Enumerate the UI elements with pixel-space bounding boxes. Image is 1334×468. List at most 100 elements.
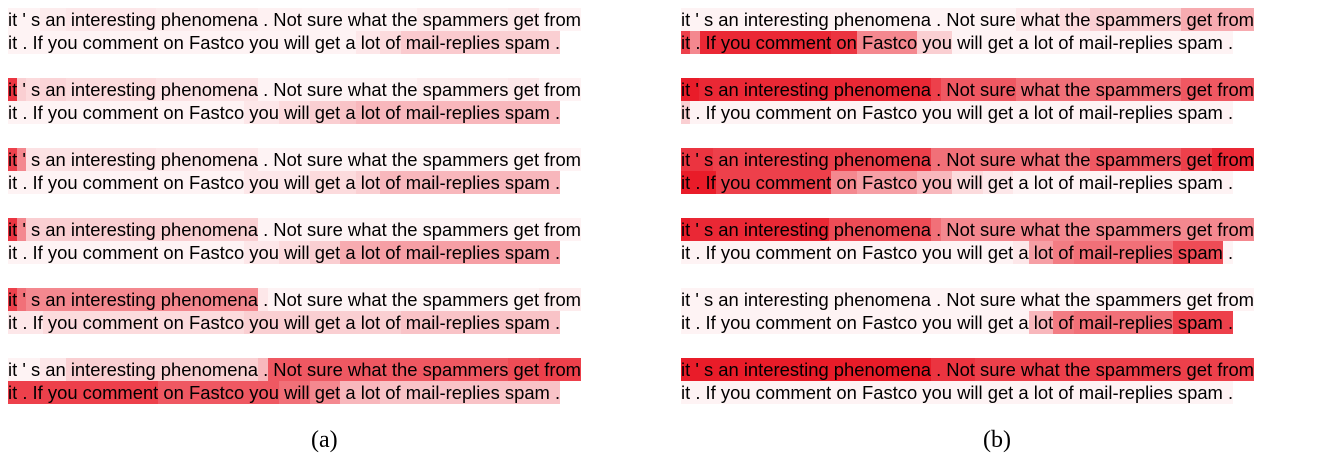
token: get xyxy=(982,241,1014,264)
token: interesting xyxy=(738,218,829,241)
token: get xyxy=(309,101,341,124)
sentence-line2: it . If you comment on Fastco you will g… xyxy=(681,171,1326,194)
token: Not xyxy=(268,8,302,31)
token: mail-replies xyxy=(1073,311,1173,334)
token: Not xyxy=(941,8,975,31)
token: spammers xyxy=(417,78,509,101)
token: comment xyxy=(750,241,832,264)
token: a xyxy=(1013,31,1029,54)
token: it xyxy=(8,31,18,54)
token: a xyxy=(340,381,356,404)
token: get xyxy=(508,218,540,241)
token: an xyxy=(40,358,66,381)
token: If xyxy=(700,31,716,54)
token: ' xyxy=(690,218,699,241)
token: . xyxy=(1222,171,1234,194)
token: what xyxy=(342,8,387,31)
token: . xyxy=(17,311,28,334)
token: Not xyxy=(941,288,975,311)
token: you xyxy=(917,31,952,54)
token: what xyxy=(342,358,387,381)
token: lot xyxy=(1028,171,1054,194)
attention-example-6: it ' s an interesting phenomena . Not su… xyxy=(8,358,653,428)
token: phenomena xyxy=(828,78,931,101)
token: what xyxy=(1015,218,1060,241)
token: will xyxy=(951,31,983,54)
token: s xyxy=(25,148,41,171)
token: lot xyxy=(355,171,381,194)
token: it xyxy=(8,171,18,194)
token: will xyxy=(951,381,983,404)
sentence-line1: it ' s an interesting phenomena . Not su… xyxy=(8,358,653,381)
token: phenomena xyxy=(155,148,258,171)
token: Not xyxy=(941,148,975,171)
token: ' xyxy=(17,288,26,311)
token: from xyxy=(539,78,582,101)
token: it xyxy=(681,101,691,124)
token: . xyxy=(257,78,269,101)
attention-example-6: it ' s an interesting phenomena . Not su… xyxy=(681,358,1326,428)
token: a xyxy=(1013,171,1029,194)
attention-example-4: it ' s an interesting phenomena . Not su… xyxy=(8,218,653,288)
token: If xyxy=(27,241,43,264)
token: the xyxy=(386,8,418,31)
token: a xyxy=(340,311,356,334)
token: on xyxy=(831,31,857,54)
token: you xyxy=(715,31,751,54)
token: get xyxy=(1181,218,1213,241)
token: s xyxy=(25,288,41,311)
token: you xyxy=(244,31,279,54)
token: lot xyxy=(1028,311,1054,334)
token: of xyxy=(380,311,401,334)
token: spammers xyxy=(417,218,509,241)
token: . xyxy=(1222,31,1234,54)
token: Fastco xyxy=(856,31,918,54)
token: comment xyxy=(750,31,832,54)
token: of xyxy=(1053,241,1074,264)
token: it xyxy=(681,358,691,381)
token: it xyxy=(681,381,691,404)
token: on xyxy=(831,381,857,404)
token: Not xyxy=(268,358,302,381)
token: comment xyxy=(77,171,159,194)
token: phenomena xyxy=(828,288,931,311)
token: will xyxy=(278,31,310,54)
token: a xyxy=(1013,101,1029,124)
token: spam xyxy=(1172,311,1223,334)
token: the xyxy=(386,218,418,241)
token: you xyxy=(715,101,751,124)
token: it xyxy=(8,311,18,334)
token: it xyxy=(8,358,18,381)
token: . xyxy=(17,241,28,264)
token: Not xyxy=(941,78,975,101)
token: . xyxy=(690,381,701,404)
token: interesting xyxy=(738,288,829,311)
token: spammers xyxy=(1090,78,1182,101)
sentence-line2: it . If you comment on Fastco you will g… xyxy=(681,241,1326,264)
token: from xyxy=(539,288,582,311)
token: it xyxy=(681,31,691,54)
token: the xyxy=(1059,288,1091,311)
attention-example-4: it ' s an interesting phenomena . Not su… xyxy=(681,218,1326,288)
attention-example-3: it ' s an interesting phenomena . Not su… xyxy=(8,148,653,218)
token: Not xyxy=(268,78,302,101)
token: it xyxy=(8,381,18,404)
token: lot xyxy=(1028,31,1054,54)
token: comment xyxy=(750,171,832,194)
token: from xyxy=(539,148,582,171)
token: you xyxy=(244,381,279,404)
attention-example-5: it ' s an interesting phenomena . Not su… xyxy=(8,288,653,358)
token: it xyxy=(8,148,18,171)
sentence-line2: it . If you comment on Fastco you will g… xyxy=(8,311,653,334)
token: If xyxy=(700,101,716,124)
token: get xyxy=(1181,148,1213,171)
sentence-line1: it ' s an interesting phenomena . Not su… xyxy=(681,78,1326,101)
token: it xyxy=(681,171,691,194)
token: you xyxy=(244,171,279,194)
token: mail-replies xyxy=(400,171,500,194)
token: of xyxy=(380,171,401,194)
token: Fastco xyxy=(183,241,245,264)
token: a xyxy=(340,241,356,264)
token: of xyxy=(1053,31,1074,54)
attention-example-5: it ' s an interesting phenomena . Not su… xyxy=(681,288,1326,358)
